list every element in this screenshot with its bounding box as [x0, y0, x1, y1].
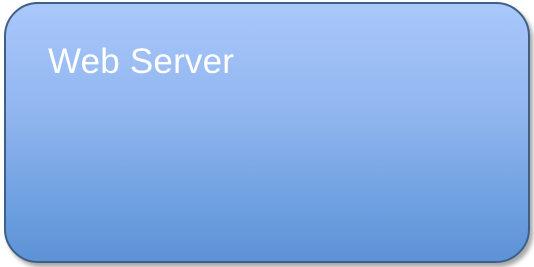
- node-label: Web Server: [48, 42, 235, 81]
- diagram-canvas: Web Server: [0, 0, 534, 267]
- web-server-node: Web Server: [4, 2, 530, 263]
